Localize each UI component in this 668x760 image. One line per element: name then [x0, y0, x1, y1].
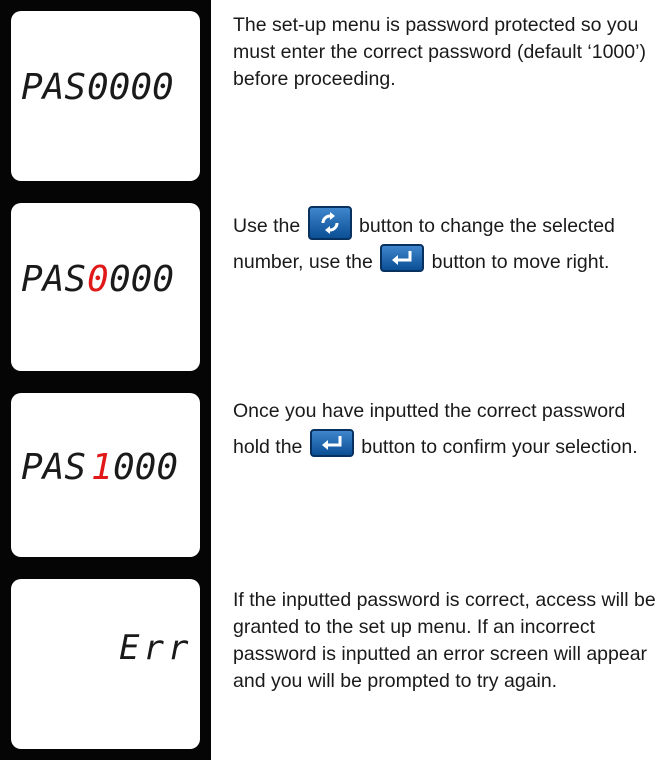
lcd-digits: 0000 — [87, 67, 174, 108]
lcd-readout: Err — [119, 628, 192, 668]
lcd-readout: PAS 1 000 — [21, 447, 178, 488]
enter-icon — [380, 244, 425, 272]
step-1: PAS 0000 The set-up menu is password pro… — [0, 0, 668, 192]
lcd-digits: 000 — [113, 447, 178, 488]
step-4: Err If the inputted password is correct,… — [0, 568, 668, 760]
step-3: PAS 1 000 Once you have inputted the cor… — [0, 382, 668, 568]
text-run: Use the — [233, 215, 306, 237]
lcd-prefix: PAS — [21, 67, 86, 108]
lcd-prefix: PAS — [21, 447, 86, 488]
lcd-prefix: PAS — [21, 259, 86, 300]
lcd-display-frame: PAS 0000 — [0, 0, 211, 192]
step-3-description: Once you have inputted the correct passw… — [233, 394, 663, 465]
text-run: button to confirm your selection. — [355, 436, 638, 458]
lcd-display-frame: Err — [0, 568, 211, 760]
step-2: PAS 0 000 Use the button to change the s… — [0, 192, 668, 382]
lcd-readout: PAS 0 000 — [21, 259, 174, 300]
step-4-description: If the inputted password is correct, acc… — [233, 589, 656, 692]
lcd-error-text: Err — [119, 628, 192, 668]
lcd-display-frame: PAS 0 000 — [0, 192, 211, 382]
lcd-screen: Err — [11, 579, 200, 749]
lcd-screen: PAS 0000 — [11, 11, 200, 181]
lcd-highlight-digit: 1 — [91, 447, 113, 488]
lcd-digits: 000 — [109, 259, 174, 300]
lcd-readout: PAS 0000 — [21, 67, 174, 108]
lcd-screen: PAS 0 000 — [11, 203, 200, 371]
step-2-description: Use the button to change the selected nu… — [233, 206, 663, 280]
step-1-description: The set-up menu is password protected so… — [233, 14, 646, 90]
enter-icon — [309, 429, 354, 457]
lcd-screen: PAS 1 000 — [11, 393, 200, 557]
lcd-display-frame: PAS 1 000 — [0, 382, 211, 568]
text-run: button to move right. — [426, 251, 610, 273]
lcd-highlight-digit: 0 — [87, 259, 109, 300]
rotate-icon — [307, 206, 352, 240]
